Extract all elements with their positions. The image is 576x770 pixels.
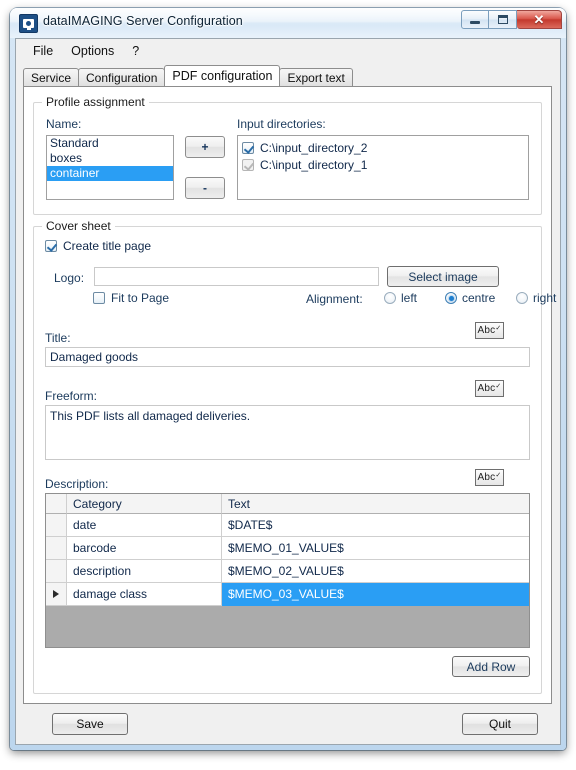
checkbox-icon[interactable] bbox=[242, 159, 254, 171]
table-row[interactable]: damage class $MEMO_03_VALUE$ bbox=[46, 583, 529, 606]
desktop-background: dataIMAGING Server Configuration ✕ File … bbox=[0, 0, 576, 770]
alignment-label: Alignment: bbox=[306, 292, 363, 306]
tab-service[interactable]: Service bbox=[23, 68, 80, 86]
cell-category[interactable]: description bbox=[67, 560, 222, 583]
alignment-option-label: left bbox=[401, 291, 418, 305]
tab-export-text[interactable]: Export text bbox=[279, 68, 353, 86]
minimize-button[interactable] bbox=[461, 10, 489, 29]
freeform-label: Freeform: bbox=[45, 389, 98, 403]
close-icon: ✕ bbox=[533, 12, 545, 27]
menu-item-options[interactable]: Options bbox=[62, 41, 123, 61]
checkbox-icon[interactable] bbox=[45, 240, 57, 252]
input-directories-listbox[interactable]: C:\input_directory_2 C:\input_directory_… bbox=[237, 135, 529, 200]
logo-label: Logo: bbox=[54, 271, 85, 285]
cover-sheet-group: Cover sheet Create title page Logo: Sele… bbox=[33, 219, 556, 694]
create-title-page-checkbox-row[interactable]: Create title page bbox=[45, 239, 151, 253]
spellcheck-freeform-button[interactable]: Abc ✓ bbox=[475, 380, 504, 397]
radio-icon[interactable] bbox=[445, 292, 457, 304]
select-image-button[interactable]: Select image bbox=[387, 266, 499, 287]
row-selector-arrow-icon bbox=[53, 590, 59, 598]
cell-category[interactable]: damage class bbox=[67, 583, 222, 606]
application-window: dataIMAGING Server Configuration ✕ File … bbox=[10, 8, 566, 750]
spellcheck-icon: Abc bbox=[477, 472, 496, 483]
table-row[interactable]: description $MEMO_02_VALUE$ bbox=[46, 560, 529, 583]
add-row-button[interactable]: Add Row bbox=[452, 656, 530, 677]
description-grid[interactable]: Category Text date $DATE$ barcode $MEMO_… bbox=[45, 493, 530, 648]
row-marker[interactable] bbox=[46, 560, 67, 583]
cell-category[interactable]: barcode bbox=[67, 537, 222, 560]
scanner-icon bbox=[19, 14, 38, 33]
spellcheck-icon: Abc bbox=[477, 383, 496, 394]
cover-sheet-legend: Cover sheet bbox=[42, 219, 115, 233]
list-item-label: C:\input_directory_1 bbox=[260, 158, 368, 172]
cell-text[interactable]: $MEMO_02_VALUE$ bbox=[222, 560, 529, 583]
cell-text[interactable]: $MEMO_01_VALUE$ bbox=[222, 537, 529, 560]
row-marker[interactable] bbox=[46, 583, 67, 606]
window-controls: ✕ bbox=[461, 10, 562, 29]
list-item[interactable]: Standard bbox=[47, 136, 173, 151]
fit-to-page-checkbox-row[interactable]: Fit to Page bbox=[93, 291, 169, 305]
create-title-page-label: Create title page bbox=[63, 239, 152, 253]
title-bar: dataIMAGING Server Configuration ✕ bbox=[10, 8, 566, 38]
list-item-label: C:\input_directory_2 bbox=[260, 141, 368, 155]
column-header-category[interactable]: Category bbox=[67, 494, 222, 514]
tab-pdf-configuration[interactable]: PDF configuration bbox=[164, 65, 281, 86]
menu-bar: File Options ? bbox=[16, 39, 560, 63]
row-marker[interactable] bbox=[46, 537, 67, 560]
fit-to-page-label: Fit to Page bbox=[111, 291, 170, 305]
logo-input[interactable] bbox=[94, 267, 379, 286]
profile-assignment-legend: Profile assignment bbox=[42, 95, 149, 109]
add-profile-button[interactable]: + bbox=[185, 136, 225, 158]
tab-page-pdf-configuration: Profile assignment Name: Standard boxes … bbox=[23, 86, 556, 704]
footer-bar: Save Quit bbox=[16, 704, 560, 744]
alignment-option-label: right bbox=[533, 291, 557, 305]
close-button[interactable]: ✕ bbox=[517, 10, 562, 29]
checkbox-icon[interactable] bbox=[242, 142, 254, 154]
radio-icon[interactable] bbox=[516, 292, 528, 304]
input-directories-label: Input directories: bbox=[237, 117, 326, 131]
column-header-text[interactable]: Text bbox=[222, 494, 529, 514]
tab-strip: Service Configuration PDF configuration … bbox=[23, 65, 560, 86]
cell-text[interactable]: $DATE$ bbox=[222, 514, 529, 537]
row-marker-header bbox=[46, 494, 67, 514]
alignment-radio-right[interactable]: right bbox=[516, 291, 556, 305]
alignment-radio-left[interactable]: left bbox=[384, 291, 417, 305]
checkbox-icon[interactable] bbox=[93, 292, 105, 304]
alignment-radio-centre[interactable]: centre bbox=[445, 291, 495, 305]
name-label: Name: bbox=[46, 117, 82, 131]
title-label: Title: bbox=[45, 331, 71, 345]
menu-item-help[interactable]: ? bbox=[123, 41, 148, 61]
table-header-row: Category Text bbox=[46, 494, 529, 514]
list-item[interactable]: boxes bbox=[47, 151, 173, 166]
quit-button[interactable]: Quit bbox=[462, 713, 538, 735]
spellcheck-description-button[interactable]: Abc ✓ bbox=[475, 469, 504, 486]
maximize-icon bbox=[497, 15, 508, 24]
list-item[interactable]: C:\input_directory_1 bbox=[242, 157, 528, 173]
title-input[interactable]: Damaged goods bbox=[45, 347, 530, 367]
profile-assignment-group: Profile assignment Name: Standard boxes … bbox=[33, 95, 542, 215]
tab-configuration[interactable]: Configuration bbox=[78, 68, 166, 86]
alignment-option-label: centre bbox=[462, 291, 496, 305]
table-row[interactable]: date $DATE$ bbox=[46, 514, 529, 537]
spellcheck-icon: Abc bbox=[477, 325, 496, 336]
window-title: dataIMAGING Server Configuration bbox=[43, 14, 243, 28]
maximize-button[interactable] bbox=[489, 10, 517, 29]
profile-listbox[interactable]: Standard boxes container bbox=[46, 135, 174, 200]
cell-text[interactable]: $MEMO_03_VALUE$ bbox=[222, 583, 529, 606]
table-row[interactable]: barcode $MEMO_01_VALUE$ bbox=[46, 537, 529, 560]
list-item[interactable]: container bbox=[47, 166, 173, 181]
remove-profile-button[interactable]: - bbox=[185, 177, 225, 199]
window-client-area: File Options ? Service Configuration PDF… bbox=[15, 38, 561, 745]
menu-item-file[interactable]: File bbox=[24, 41, 62, 61]
cell-category[interactable]: date bbox=[67, 514, 222, 537]
radio-icon[interactable] bbox=[384, 292, 396, 304]
list-item[interactable]: C:\input_directory_2 bbox=[242, 140, 528, 156]
spellcheck-title-button[interactable]: Abc ✓ bbox=[475, 322, 504, 339]
save-button[interactable]: Save bbox=[52, 713, 128, 735]
row-marker[interactable] bbox=[46, 514, 67, 537]
minimize-icon bbox=[470, 21, 480, 24]
freeform-textarea[interactable]: This PDF lists all damaged deliveries. bbox=[45, 405, 530, 460]
description-label: Description: bbox=[45, 477, 109, 491]
